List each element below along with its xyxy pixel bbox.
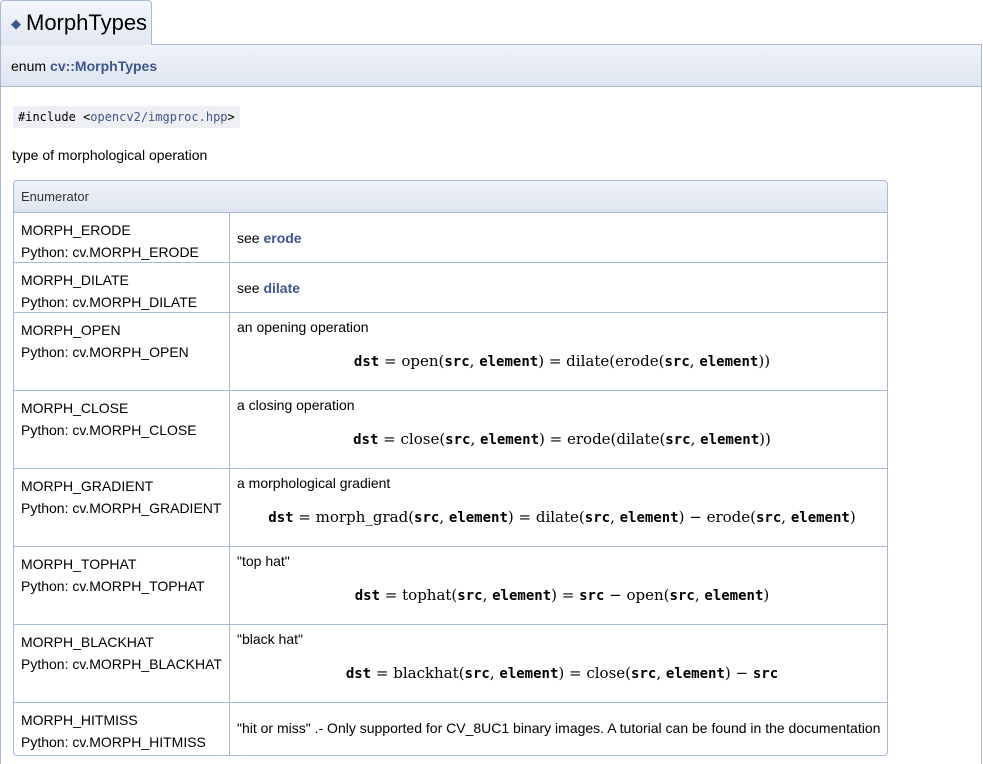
enum-python-name: Python: cv.MORPH_BLACKHAT (21, 656, 222, 672)
enum-name-cell: MORPH_BLACKHAT Python: cv.MORPH_BLACKHAT (14, 625, 230, 702)
include-line: #include <opencv2/imgproc.hpp> (13, 106, 240, 128)
enum-python-name: Python: cv.MORPH_HITMISS (21, 734, 206, 750)
enum-desc-text: an opening operation (237, 319, 369, 335)
enum-desc-cell: an opening operation dst = open(src, ele… (230, 313, 887, 390)
enum-name-cell: MORPH_HITMISS Python: cv.MORPH_HITMISS (14, 703, 230, 755)
enum-python-name: Python: cv.MORPH_GRADIENT (21, 500, 222, 516)
enum-desc-cell: a closing operation dst = close(src, ele… (230, 391, 887, 468)
include-suffix: > (227, 110, 235, 124)
formula: dst = morph_grad(src, element) = dilate(… (268, 508, 856, 526)
enum-python-name: Python: cv.MORPH_ERODE (21, 244, 199, 260)
enum-python-name: Python: cv.MORPH_DILATE (21, 294, 198, 310)
enum-python-name: Python: cv.MORPH_OPEN (21, 344, 189, 360)
table-row: MORPH_CLOSE Python: cv.MORPH_CLOSE a clo… (14, 391, 887, 469)
enum-desc-text: a morphological gradient (237, 475, 391, 491)
table-row: MORPH_ERODE Python: cv.MORPH_ERODE see e… (14, 213, 887, 263)
enum-doc-panel: enum cv::MorphTypes #include <opencv2/im… (0, 44, 982, 764)
formula: dst = blackhat(src, element) = close(src… (345, 664, 779, 682)
enum-name-cell: MORPH_ERODE Python: cv.MORPH_ERODE (14, 213, 230, 262)
enumerator-header: Enumerator (14, 181, 887, 213)
dilate-link[interactable]: dilate (263, 280, 300, 296)
enum-value-name: MORPH_DILATE (21, 272, 129, 288)
enum-desc-cell: "black hat" dst = blackhat(src, element)… (230, 625, 887, 702)
include-path-link[interactable]: opencv2/imgproc.hpp (90, 110, 227, 124)
enum-value-name: MORPH_OPEN (21, 322, 121, 338)
enum-desc-cell: "top hat" dst = tophat(src, element) = s… (230, 547, 887, 624)
formula: dst = tophat(src, element) = src − open(… (354, 586, 770, 604)
memtitle-tab: ◆ MorphTypes (0, 0, 152, 45)
enum-desc-cell: a morphological gradient dst = morph_gra… (230, 469, 887, 546)
diamond-icon: ◆ (11, 15, 21, 31)
formula: dst = close(src, element) = erode(dilate… (353, 430, 771, 448)
enum-desc-text: "black hat" (237, 631, 303, 647)
erode-link[interactable]: erode (263, 230, 301, 246)
enum-desc-text: "top hat" (237, 553, 290, 569)
enum-python-name: Python: cv.MORPH_TOPHAT (21, 578, 205, 594)
enum-value-name: MORPH_ERODE (21, 222, 131, 238)
table-row: MORPH_DILATE Python: cv.MORPH_DILATE see… (14, 263, 887, 313)
enum-desc-cell: "hit or miss" .- Only supported for CV_8… (230, 703, 887, 755)
enum-prototype: enum cv::MorphTypes (1, 45, 981, 87)
enum-value-name: MORPH_BLACKHAT (21, 634, 154, 650)
table-row: MORPH_HITMISS Python: cv.MORPH_HITMISS "… (14, 703, 887, 755)
enum-value-name: MORPH_CLOSE (21, 400, 129, 416)
enum-value-name: MORPH_GRADIENT (21, 478, 154, 494)
enum-name-cell: MORPH_OPEN Python: cv.MORPH_OPEN (14, 313, 230, 390)
enum-name-cell: MORPH_DILATE Python: cv.MORPH_DILATE (14, 263, 230, 312)
include-prefix: #include < (18, 110, 91, 124)
enumerator-table: Enumerator MORPH_ERODE Python: cv.MORPH_… (13, 180, 888, 756)
table-row: MORPH_BLACKHAT Python: cv.MORPH_BLACKHAT… (14, 625, 887, 703)
table-row: MORPH_GRADIENT Python: cv.MORPH_GRADIENT… (14, 469, 887, 547)
enum-name-cell: MORPH_GRADIENT Python: cv.MORPH_GRADIENT (14, 469, 230, 546)
table-row: MORPH_TOPHAT Python: cv.MORPH_TOPHAT "to… (14, 547, 887, 625)
enum-keyword: enum (11, 57, 47, 74)
enum-description: type of morphological operation (12, 147, 208, 163)
table-row: MORPH_OPEN Python: cv.MORPH_OPEN an open… (14, 313, 887, 391)
enum-value-name: MORPH_HITMISS (21, 712, 138, 728)
enum-python-name: Python: cv.MORPH_CLOSE (21, 422, 197, 438)
enum-value-name: MORPH_TOPHAT (21, 556, 137, 572)
enum-desc-cell: see erode (230, 213, 887, 262)
enum-title: MorphTypes (26, 10, 148, 35)
formula: dst = open(src, element) = dilate(erode(… (353, 352, 771, 370)
enum-name-cell: MORPH_CLOSE Python: cv.MORPH_CLOSE (14, 391, 230, 468)
see-text: see (237, 280, 264, 296)
enum-desc-text: a closing operation (237, 397, 355, 413)
see-text: see (237, 230, 264, 246)
enum-desc-cell: see dilate (230, 263, 887, 312)
enum-name-link[interactable]: cv::MorphTypes (50, 58, 157, 74)
enum-desc-text: "hit or miss" .- Only supported for CV_8… (237, 720, 881, 736)
enum-name-cell: MORPH_TOPHAT Python: cv.MORPH_TOPHAT (14, 547, 230, 624)
